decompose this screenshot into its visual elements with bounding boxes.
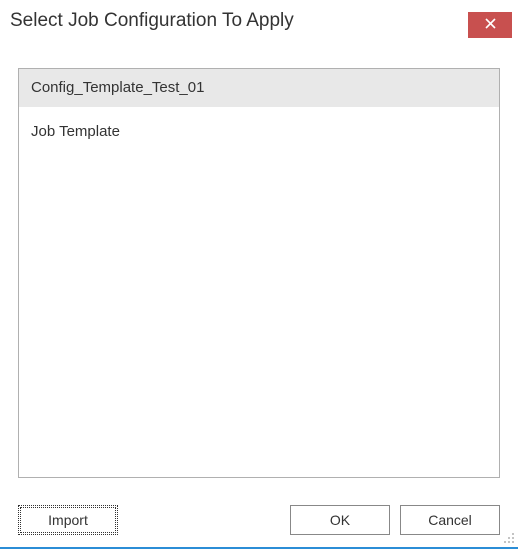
cancel-button-label: Cancel	[428, 512, 472, 528]
ok-button-label: OK	[330, 512, 350, 528]
cancel-button[interactable]: Cancel	[400, 505, 500, 535]
button-bar: Import OK Cancel	[18, 505, 500, 535]
import-button[interactable]: Import	[18, 505, 118, 535]
config-list[interactable]: Config_Template_Test_01 Job Template	[18, 68, 500, 478]
resize-grip-icon	[501, 530, 515, 544]
list-item-label: Job Template	[31, 123, 120, 140]
list-item-label: Config_Template_Test_01	[31, 79, 204, 96]
close-button[interactable]	[468, 12, 512, 38]
dialog-window: Select Job Configuration To Apply Config…	[0, 0, 518, 549]
dialog-title: Select Job Configuration To Apply	[10, 10, 294, 32]
list-item[interactable]: Job Template	[19, 113, 499, 151]
import-button-label: Import	[48, 512, 88, 528]
title-bar: Select Job Configuration To Apply	[0, 0, 518, 50]
close-icon	[485, 16, 496, 34]
ok-button[interactable]: OK	[290, 505, 390, 535]
list-item[interactable]: Config_Template_Test_01	[19, 69, 499, 107]
button-bar-right: OK Cancel	[290, 505, 500, 535]
